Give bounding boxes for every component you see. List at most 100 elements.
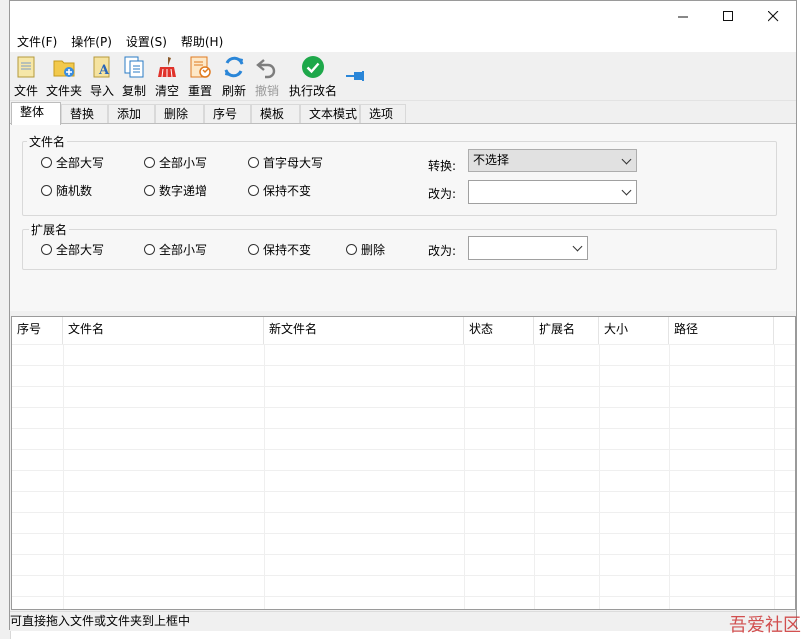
maximize-icon[interactable] [705,1,751,32]
filename-change-combo[interactable] [468,180,637,204]
copy-icon [122,55,146,79]
minimize-icon[interactable] [660,1,706,32]
ext-keep-radio[interactable]: 保持不变 [248,241,311,258]
menu-help[interactable]: 帮助(H) [174,32,230,52]
grid-row-line [12,428,795,429]
extension-group-title: 扩展名 [29,221,70,238]
radio-circle [41,244,52,255]
ext-change-combo[interactable] [468,236,588,260]
filename-keep-radio[interactable]: 保持不变 [248,182,311,199]
tab-text-mode[interactable]: 文本模式 [300,104,360,124]
menu-file[interactable]: 文件(F) [10,32,64,52]
column-header-status[interactable]: 状态 [464,317,534,344]
radio-circle [144,185,155,196]
column-header-size[interactable]: 大小 [599,317,669,344]
radio-circle [41,185,52,196]
refresh-icon [222,55,246,79]
menu-bar: 文件(F) 操作(P) 设置(S) 帮助(H) [10,32,796,52]
filename-group-title: 文件名 [27,133,68,150]
grid-row-line [12,575,795,576]
chevron-down-icon [621,154,632,165]
undo-button[interactable]: 撤销 [255,53,279,99]
grid-row-line [12,449,795,450]
file-icon [14,55,38,79]
watermark-logo: 吾爱社区 [729,615,801,636]
grid-row-line [12,470,795,471]
execute-rename-button[interactable]: 执行改名 [289,53,337,99]
radio-circle [248,244,259,255]
radio-circle [248,157,259,168]
file-list-grid[interactable]: 序号 文件名 新文件名 状态 扩展名 大小 路径 [11,316,796,610]
tab-delete[interactable]: 删除 [155,104,204,124]
ext-change-label: 改为: [428,244,457,258]
grid-row-line [12,596,795,597]
copy-button[interactable]: 复制 [122,53,146,99]
undo-icon [255,55,279,79]
clear-button[interactable]: 清空 [155,53,179,99]
convert-select[interactable]: 不选择 [468,149,637,172]
grid-column-line [534,344,535,609]
filename-uppercase-radio[interactable]: 全部大写 [41,154,104,171]
tab-options[interactable]: 选项 [360,104,406,124]
tab-add[interactable]: 添加 [108,104,155,124]
column-header-new-filename[interactable]: 新文件名 [264,317,464,344]
menu-settings[interactable]: 设置(S) [119,32,174,52]
grid-column-line [264,344,265,609]
ext-lowercase-radio[interactable]: 全部小写 [144,241,207,258]
ext-delete-radio[interactable]: 删除 [346,241,385,258]
grid-column-line [63,344,64,609]
close-icon[interactable] [750,1,796,32]
grid-row-line [12,491,795,492]
status-text: 可直接拖入文件或文件夹到上框中 [10,614,191,628]
grid-column-line [464,344,465,609]
grid-column-line [599,344,600,609]
tab-overall[interactable]: 整体 [11,102,61,125]
tab-template[interactable]: 模板 [251,104,300,124]
radio-circle [144,244,155,255]
grid-row-line [12,407,795,408]
chevron-down-icon [621,185,632,196]
chevron-down-icon [572,241,583,252]
filename-increment-radio[interactable]: 数字递增 [144,182,207,199]
pin-icon[interactable] [346,70,368,85]
tab-strip: 整体 替换 添加 删除 序号 模板 文本模式 选项 [10,102,796,125]
tab-replace[interactable]: 替换 [61,104,108,124]
grid-column-line [774,344,775,609]
import-button[interactable]: A 导入 [90,53,114,99]
radio-circle [346,244,357,255]
radio-circle [248,185,259,196]
filename-group [22,141,777,216]
file-button[interactable]: 文件 [14,53,38,99]
grid-row-line [12,512,795,513]
column-header-path[interactable]: 路径 [669,317,774,344]
refresh-button[interactable]: 刷新 [222,53,246,99]
column-header-index[interactable]: 序号 [12,317,63,344]
grid-row-line [12,533,795,534]
convert-label: 转换: [428,159,457,173]
grid-row-line [12,365,795,366]
column-header-extension[interactable]: 扩展名 [534,317,599,344]
grid-row-line [12,386,795,387]
reset-icon [188,55,212,79]
import-icon: A [90,55,114,79]
title-bar [10,1,796,32]
folder-add-icon [52,55,76,79]
status-bar: 可直接拖入文件或文件夹到上框中 [10,611,796,631]
svg-text:A: A [98,63,110,78]
reset-button[interactable]: 重置 [188,53,212,99]
filename-change-label: 改为: [428,187,457,201]
filename-capitalize-radio[interactable]: 首字母大写 [248,154,323,171]
grid-row-line [12,554,795,555]
filename-random-radio[interactable]: 随机数 [41,182,92,199]
filename-lowercase-radio[interactable]: 全部小写 [144,154,207,171]
tab-sequence[interactable]: 序号 [204,104,251,124]
grid-column-line [669,344,670,609]
toolbar: 文件 文件夹 A 导入 复制 清空 重置 刷新 撤销 执行改名 [10,52,796,101]
column-header-filename[interactable]: 文件名 [63,317,264,344]
folder-button[interactable]: 文件夹 [46,53,82,99]
overall-panel: 文件名 全部大写 全部小写 首字母大写 随机数 数字递增 保持不变 转换: 不选… [10,123,796,311]
ext-uppercase-radio[interactable]: 全部大写 [41,241,104,258]
menu-operation[interactable]: 操作(P) [64,32,119,52]
check-icon [301,55,325,79]
radio-circle [144,157,155,168]
